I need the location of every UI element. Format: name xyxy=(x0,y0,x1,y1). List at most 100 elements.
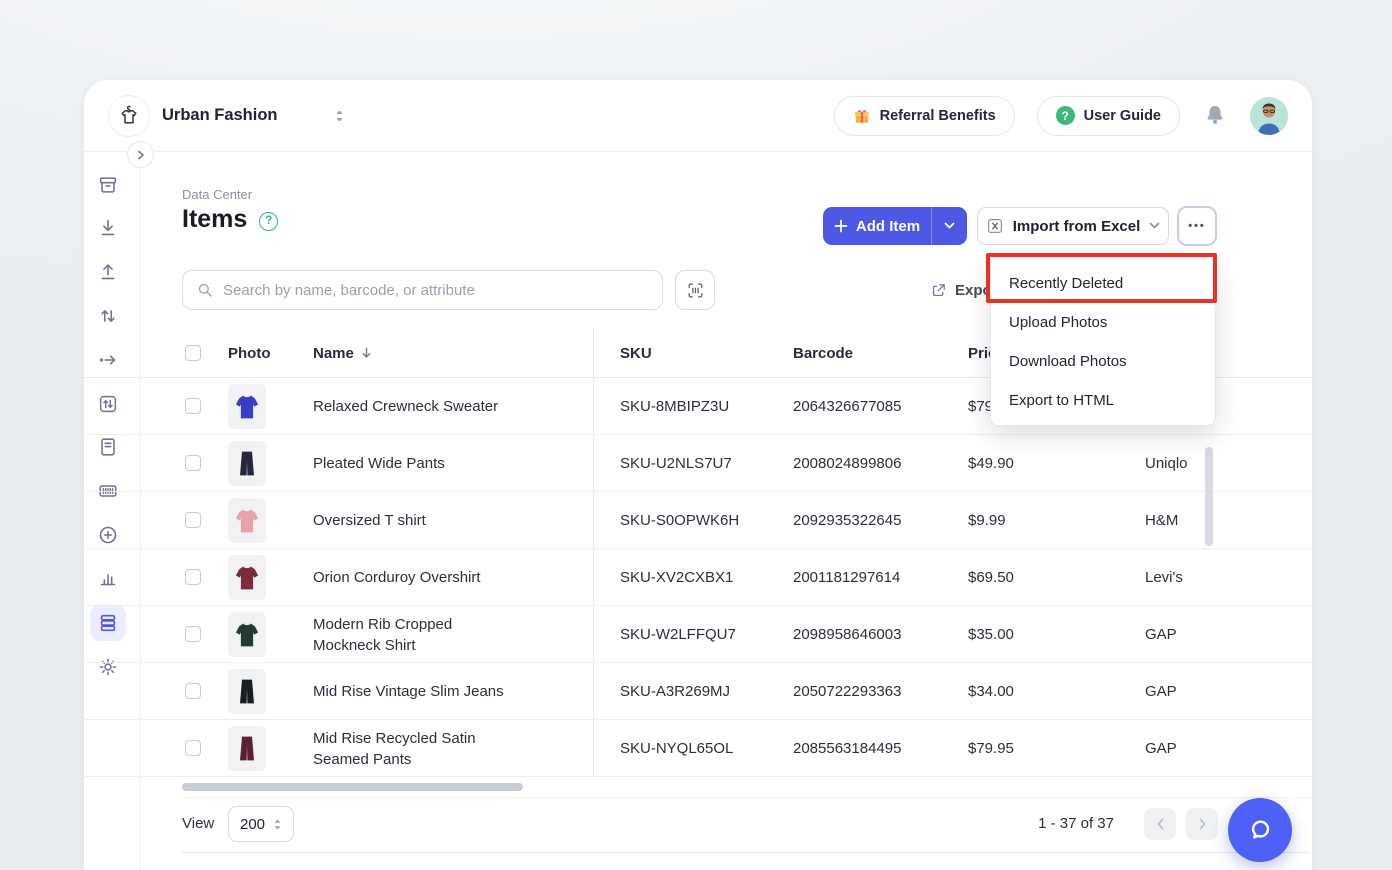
product-price: $79.95 xyxy=(968,720,1078,777)
sort-desc-icon xyxy=(360,346,373,360)
product-name: Modern Rib Cropped Mockneck Shirt xyxy=(313,606,509,663)
product-brand: GAP xyxy=(1145,663,1275,720)
product-brand: GAP xyxy=(1145,720,1275,777)
product-barcode: 2092935322645 xyxy=(793,492,953,549)
horizontal-scrollbar[interactable] xyxy=(182,783,523,791)
column-header-name[interactable]: Name xyxy=(313,328,373,378)
sidebar-item-package[interactable] xyxy=(90,167,126,203)
menu-item-download-photos[interactable]: Download Photos xyxy=(991,342,1215,381)
chevron-down-icon xyxy=(944,222,955,230)
add-item-dropdown-toggle[interactable] xyxy=(931,207,967,245)
row-checkbox[interactable] xyxy=(185,740,201,756)
product-sku: SKU-8MBIPZ3U xyxy=(620,378,780,435)
product-sku: SKU-XV2CXBX1 xyxy=(620,549,780,606)
product-price: $49.90 xyxy=(968,435,1078,492)
user-guide-label: User Guide xyxy=(1084,108,1161,124)
spinner-arrows-icon xyxy=(273,818,282,831)
table-row[interactable]: Pleated Wide Pants SKU-U2NLS7U7 20080248… xyxy=(84,435,1312,492)
chat-bubble-icon xyxy=(1243,813,1277,847)
product-sku: SKU-W2LFFQU7 xyxy=(620,606,780,663)
user-guide-button[interactable]: ? User Guide xyxy=(1037,96,1180,136)
product-name: Relaxed Crewneck Sweater xyxy=(313,378,509,435)
column-header-barcode: Barcode xyxy=(793,328,853,378)
product-name: Pleated Wide Pants xyxy=(313,435,509,492)
product-sku: SKU-A3R269MJ xyxy=(620,663,780,720)
referral-benefits-label: Referral Benefits xyxy=(880,108,996,124)
pagination-range: 1 - 37 of 37 xyxy=(1004,815,1114,832)
product-photo xyxy=(228,384,266,429)
column-header-photo: Photo xyxy=(228,328,271,378)
table-row[interactable]: Mid Rise Recycled Satin Seamed Pants SKU… xyxy=(84,720,1312,777)
table-row[interactable]: Modern Rib Cropped Mockneck Shirt SKU-W2… xyxy=(84,606,1312,663)
more-options-button[interactable]: ••• xyxy=(1177,206,1217,246)
add-item-button[interactable]: Add Item xyxy=(823,207,967,245)
main-card: Urban Fashion Referral Benefits ? xyxy=(84,80,1312,870)
row-checkbox[interactable] xyxy=(185,683,201,699)
notifications-bell-icon[interactable] xyxy=(1202,102,1228,129)
next-page-button[interactable] xyxy=(1186,808,1218,840)
product-photo xyxy=(228,441,266,486)
topbar: Urban Fashion Referral Benefits ? xyxy=(84,80,1312,152)
import-from-excel-button[interactable]: Import from Excel xyxy=(977,207,1169,245)
chevron-down-icon xyxy=(1149,222,1160,230)
chat-widget-button[interactable] xyxy=(1228,798,1292,862)
sidebar-item-download[interactable] xyxy=(90,210,126,246)
store-logo[interactable] xyxy=(108,95,150,137)
store-name: Urban Fashion xyxy=(162,106,278,125)
search-icon xyxy=(196,281,214,299)
user-avatar[interactable] xyxy=(1250,97,1288,135)
product-photo xyxy=(228,726,266,771)
search-bar xyxy=(182,270,663,310)
row-checkbox[interactable] xyxy=(185,626,201,642)
column-header-sku: SKU xyxy=(620,328,652,378)
select-all-checkbox[interactable] xyxy=(185,345,201,361)
row-checkbox[interactable] xyxy=(185,512,201,528)
add-item-label: Add Item xyxy=(856,218,920,235)
product-photo xyxy=(228,612,266,657)
barcode-scan-button[interactable] xyxy=(675,270,715,310)
previous-page-button[interactable] xyxy=(1144,808,1176,840)
product-sku: SKU-U2NLS7U7 xyxy=(620,435,780,492)
chevron-left-icon xyxy=(1156,818,1165,830)
product-barcode: 2098958646003 xyxy=(793,606,953,663)
chevron-right-icon xyxy=(1198,818,1207,830)
question-circle-icon: ? xyxy=(1056,106,1075,125)
product-price: $34.00 xyxy=(968,663,1078,720)
product-sku: SKU-S0OPWK6H xyxy=(620,492,780,549)
row-checkbox[interactable] xyxy=(185,569,201,585)
product-brand: GAP xyxy=(1145,606,1275,663)
sidebar-item-upload[interactable] xyxy=(90,254,126,290)
menu-item-export-to-html[interactable]: Export to HTML xyxy=(991,381,1215,420)
referral-benefits-button[interactable]: Referral Benefits xyxy=(834,96,1015,136)
product-name: Orion Corduroy Overshirt xyxy=(313,549,509,606)
menu-item-recently-deleted[interactable]: Recently Deleted xyxy=(991,264,1215,303)
footer-divider-top xyxy=(182,797,1310,798)
product-photo xyxy=(228,498,266,543)
search-input[interactable] xyxy=(223,282,649,299)
table-row[interactable]: Mid Rise Vintage Slim Jeans SKU-A3R269MJ… xyxy=(84,663,1312,720)
table-body: Relaxed Crewneck Sweater SKU-8MBIPZ3U 20… xyxy=(84,378,1312,777)
product-name: Mid Rise Vintage Slim Jeans xyxy=(313,663,509,720)
page-size-value: 200 xyxy=(240,816,265,833)
sidebar-expand-button[interactable] xyxy=(127,141,154,168)
page-size-select[interactable]: 200 xyxy=(228,806,294,842)
shirt-hanger-icon xyxy=(116,103,142,129)
page-title: Items xyxy=(182,205,247,234)
store-switcher[interactable] xyxy=(334,109,345,123)
row-checkbox[interactable] xyxy=(185,455,201,471)
plus-icon xyxy=(834,219,848,233)
table-row[interactable]: Oversized T shirt SKU-S0OPWK6H 209293532… xyxy=(84,492,1312,549)
product-photo xyxy=(228,555,266,600)
barcode-scan-icon xyxy=(686,281,705,300)
footer-divider-bottom xyxy=(182,852,1310,853)
excel-icon xyxy=(986,217,1004,235)
product-barcode: 2001181297614 xyxy=(793,549,953,606)
vertical-scrollbar[interactable] xyxy=(1205,447,1213,546)
row-checkbox[interactable] xyxy=(185,398,201,414)
menu-item-upload-photos[interactable]: Upload Photos xyxy=(991,303,1215,342)
product-name: Mid Rise Recycled Satin Seamed Pants xyxy=(313,720,509,777)
items-help-icon[interactable]: ? xyxy=(259,212,278,231)
table-row[interactable]: Orion Corduroy Overshirt SKU-XV2CXBX1 20… xyxy=(84,549,1312,606)
product-barcode: 2085563184495 xyxy=(793,720,953,777)
page-title-row: Items ? xyxy=(182,205,278,234)
